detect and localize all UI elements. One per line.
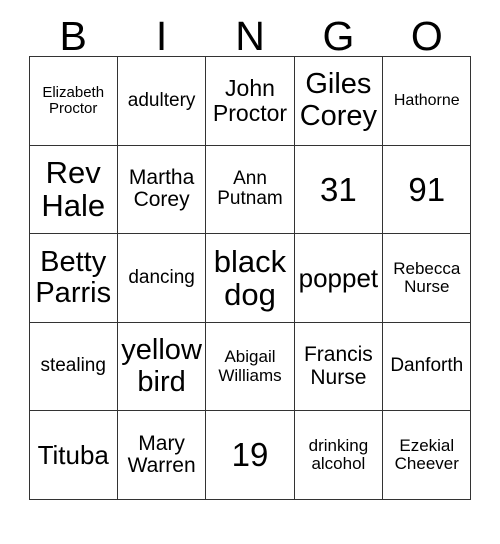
bingo-cell[interactable]: poppet	[293, 233, 384, 323]
bingo-cell[interactable]: Hathorne	[382, 56, 472, 146]
bingo-cell-label: Elizabeth Proctor	[42, 83, 105, 117]
bingo-header-letter-n: N	[235, 13, 265, 59]
bingo-cell-label: 19	[231, 436, 269, 474]
bingo-cell-label: black dog	[213, 243, 287, 312]
bingo-row: Rev Hale Martha Corey Ann Putnam 31 91	[28, 144, 472, 235]
bingo-cell[interactable]: Ann Putnam	[205, 144, 295, 235]
bingo-cell-label: Hathorne	[393, 92, 460, 110]
bingo-cell[interactable]: Giles Corey	[293, 56, 384, 146]
bingo-grid: Elizabeth Proctor adultery John Proctor …	[28, 56, 472, 500]
bingo-cell-label: Mary Warren	[127, 431, 196, 478]
bingo-cell-label: Abigail Williams	[218, 347, 282, 385]
bingo-cell-label: adultery	[127, 89, 196, 111]
bingo-header-letter-o: O	[410, 13, 443, 59]
bingo-cell[interactable]: stealing	[28, 321, 118, 412]
bingo-cell[interactable]: Martha Corey	[116, 144, 207, 235]
bingo-cell[interactable]: adultery	[116, 56, 207, 146]
bingo-cell-label: stealing	[40, 355, 106, 377]
bingo-cell-label: Ezekial Cheever	[394, 435, 459, 474]
bingo-cell-label: Francis Nurse	[303, 342, 373, 389]
bingo-cell[interactable]: dancing	[116, 233, 207, 323]
bingo-cell-label: Giles Corey	[299, 68, 378, 132]
bingo-row: stealing yellow bird Abigail Williams Fr…	[28, 321, 472, 412]
bingo-cell[interactable]: Danforth	[382, 321, 472, 412]
bingo-cell-label: drinking alcohol	[308, 435, 369, 474]
bingo-header-letter-i: I	[155, 13, 168, 59]
bingo-cell[interactable]: Elizabeth Proctor	[28, 56, 118, 146]
bingo-cell-label: Danforth	[390, 355, 464, 377]
bingo-cell-label: 31	[320, 170, 357, 208]
bingo-cell[interactable]: Abigail Williams	[205, 321, 295, 412]
bingo-cell[interactable]: drinking alcohol	[293, 410, 384, 500]
bingo-card: B I N G O Elizabeth Proctor adultery Joh…	[0, 0, 500, 544]
bingo-row: Elizabeth Proctor adultery John Proctor …	[28, 56, 472, 146]
bingo-row: Betty Parris dancing black dog poppet Re…	[28, 233, 472, 323]
bingo-cell[interactable]: Ezekial Cheever	[382, 410, 472, 500]
bingo-cell[interactable]: Betty Parris	[28, 233, 118, 323]
bingo-cell[interactable]: Rev Hale	[28, 144, 118, 235]
bingo-header-letter-g: G	[322, 13, 355, 59]
bingo-cell[interactable]: Mary Warren	[116, 410, 207, 500]
bingo-row: Tituba Mary Warren 19 drinking alcohol E…	[28, 410, 472, 500]
bingo-cell-label: Martha Corey	[128, 165, 195, 212]
bingo-cell-label: Rebecca Nurse	[393, 258, 461, 296]
bingo-cell-label: Tituba	[37, 440, 109, 471]
bingo-cell-label: Betty Parris	[35, 245, 112, 309]
bingo-cell[interactable]: black dog	[205, 233, 295, 323]
bingo-cell[interactable]: yellow bird	[116, 321, 207, 412]
bingo-header-letter-b: B	[59, 13, 87, 59]
bingo-cell-label: Ann Putnam	[217, 167, 283, 210]
bingo-cell[interactable]: John Proctor	[205, 56, 295, 146]
bingo-cell[interactable]: Rebecca Nurse	[382, 233, 472, 323]
bingo-cell-label: poppet	[298, 262, 379, 293]
bingo-cell[interactable]: 19	[205, 410, 295, 500]
bingo-cell-label: 91	[408, 170, 446, 208]
bingo-cell[interactable]: Francis Nurse	[293, 321, 384, 412]
bingo-cell[interactable]: 31	[293, 144, 384, 235]
bingo-cell[interactable]: 91	[382, 144, 472, 235]
bingo-cell-label: dancing	[128, 266, 195, 288]
bingo-cell-label: John Proctor	[212, 74, 288, 126]
bingo-header-row: B I N G O	[29, 0, 471, 59]
bingo-cell-label: yellow bird	[121, 334, 202, 398]
bingo-cell-label: Rev Hale	[41, 154, 106, 224]
bingo-cell[interactable]: Tituba	[28, 410, 118, 500]
